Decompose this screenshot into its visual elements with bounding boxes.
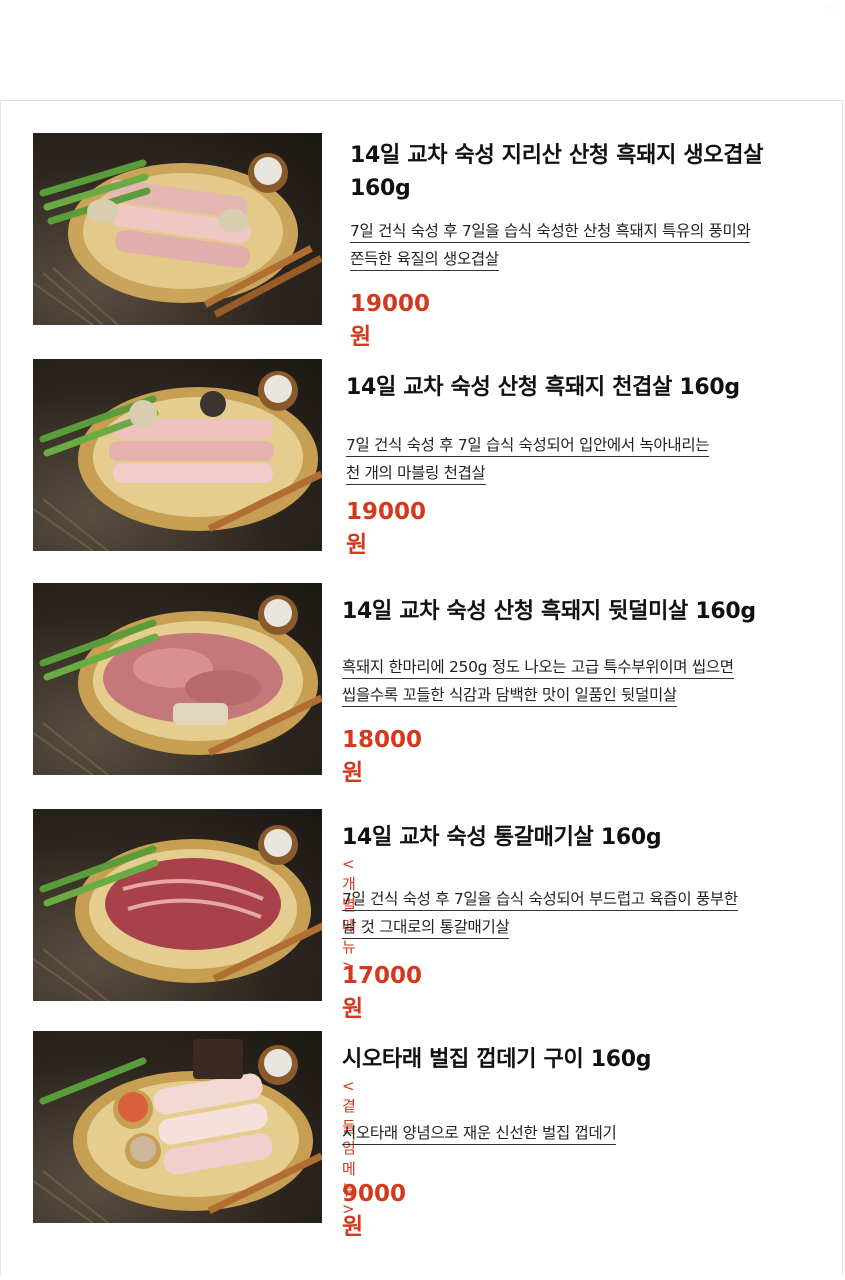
menu-title-line: 14일 교차 숙성 통갈매기살 160g — [342, 825, 662, 850]
menu-description: 7일 건식 숙성 후 7일을 습식 숙성한 산청 흑돼지 특유의 풍미와 쫀득한… — [350, 217, 820, 273]
menu-description-line: 날 것 그대로의 통갈매기살 — [342, 918, 510, 939]
menu-photo — [33, 809, 322, 1001]
menu-price: 9000원 — [342, 1181, 407, 1240]
menu-title: 14일 교차 숙성 산청 흑돼지 천겹살 160g — [346, 371, 816, 404]
meat-platter-image — [33, 371, 322, 551]
meat-platter-image — [33, 153, 322, 325]
menu-title-line: 160g — [350, 176, 411, 201]
menu-title-line: 14일 교차 숙성 지리산 산청 흑돼지 생오겹살 — [350, 143, 764, 168]
menu-description-line: 쫀득한 육질의 생오겹살 — [350, 250, 499, 271]
menu-description: 7일 건식 숙성 후 7일 습식 숙성되어 입안에서 녹아내리는 천 개의 마블… — [346, 431, 816, 487]
menu-photo — [33, 1031, 322, 1223]
menu-description-line: 7일 건식 숙성 후 7일을 습식 숙성한 산청 흑돼지 특유의 풍미와 — [350, 222, 751, 243]
menu-description: 흑돼지 한마리에 250g 정도 나오는 고급 특수부위이며 씹으면 씹을수록 … — [342, 653, 812, 709]
menu-title: 14일 교차 숙성 통갈매기살 160g — [342, 821, 812, 854]
menu-photo — [33, 583, 322, 775]
menu-description: 시오타래 양념으로 재운 신선한 벌집 껍데기 — [342, 1119, 812, 1147]
menu-description-line: 흑돼지 한마리에 250g 정도 나오는 고급 특수부위이며 씹으면 — [342, 658, 734, 679]
menu-description: 7일 건식 숙성 후 7일을 습식 숙성되어 부드럽고 육즙이 풍부한 날 것 … — [342, 885, 812, 941]
menu-title-line: 14일 교차 숙성 산청 흑돼지 천겹살 160g — [346, 375, 740, 400]
menu-description-line: 시오타래 양념으로 재운 신선한 벌집 껍데기 — [342, 1124, 617, 1145]
menu-photo — [33, 133, 322, 325]
menu-title: 14일 교차 숙성 산청 흑돼지 뒷덜미살 160g — [342, 595, 812, 628]
menu-title-line: 시오타래 벌집 껍데기 구이 160g — [342, 1047, 652, 1072]
menu-description-line: 천 개의 마블링 천겹살 — [346, 464, 486, 485]
menu-title-line: 14일 교차 숙성 산청 흑돼지 뒷덜미살 160g — [342, 599, 756, 624]
menu-panel: 14일 교차 숙성 지리산 산청 흑돼지 생오겹살 160g 7일 건식 숙성 … — [0, 100, 843, 1276]
menu-description-line: 씹을수록 꼬들한 식감과 담백한 맛이 일품인 뒷덜미살 — [342, 686, 677, 707]
menu-price: 19000원 — [350, 291, 431, 350]
meat-platter-image — [33, 825, 322, 1001]
menu-price: 19000원 — [346, 499, 427, 558]
menu-price: 18000원 — [342, 727, 423, 786]
corner-mark: · · · — [824, 4, 839, 14]
menu-description-line: 7일 건식 숙성 후 7일 습식 숙성되어 입안에서 녹아내리는 — [346, 436, 710, 457]
menu-price: 17000원 — [342, 963, 423, 1022]
menu-title: 14일 교차 숙성 지리산 산청 흑돼지 생오겹살 160g — [350, 139, 820, 205]
meat-platter-image — [33, 1039, 322, 1223]
menu-description-line: 7일 건식 숙성 후 7일을 습식 숙성되어 부드럽고 육즙이 풍부한 — [342, 890, 738, 911]
meat-platter-image — [33, 595, 322, 775]
top-whitespace — [0, 0, 845, 100]
menu-title: 시오타래 벌집 껍데기 구이 160g — [342, 1043, 812, 1076]
menu-photo — [33, 359, 322, 551]
